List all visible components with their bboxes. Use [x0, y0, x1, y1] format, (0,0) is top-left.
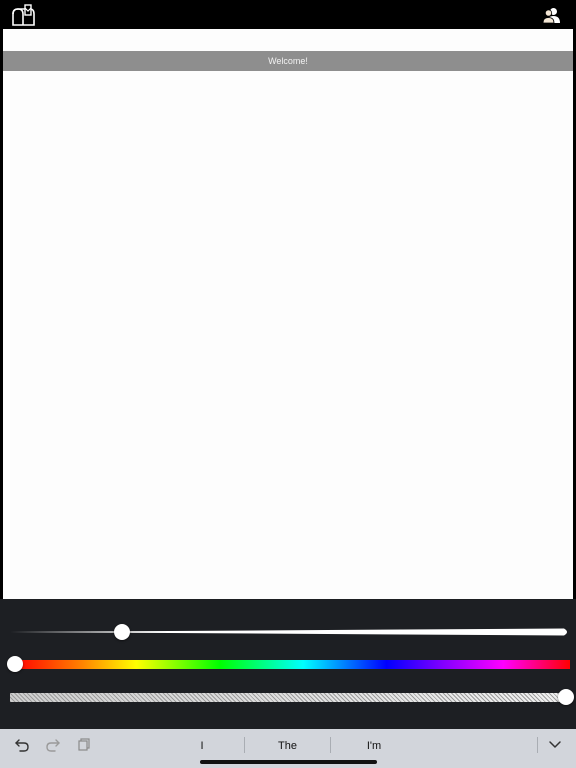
chevron-down-icon[interactable]: [547, 738, 563, 752]
undo-icon[interactable]: [14, 737, 30, 753]
brush-size-track: [10, 628, 567, 636]
hue-track: [14, 660, 570, 669]
redo-icon[interactable]: [45, 737, 61, 753]
top-bar: [0, 0, 576, 29]
hue-slider[interactable]: [7, 656, 570, 672]
keyboard-shortcut-bar: I The I'm: [0, 729, 576, 768]
suggestion-2[interactable]: The: [245, 738, 330, 754]
drawing-canvas[interactable]: Welcome!: [3, 29, 573, 599]
home-indicator[interactable]: [200, 760, 377, 764]
mailbox-icon[interactable]: [11, 4, 37, 26]
suggestion-divider: [537, 737, 538, 753]
opacity-slider[interactable]: [10, 689, 574, 705]
brush-controls: [0, 599, 576, 729]
hue-thumb[interactable]: [7, 656, 23, 672]
contacts-icon[interactable]: [542, 7, 560, 24]
welcome-banner: Welcome!: [3, 51, 573, 71]
brush-size-slider[interactable]: [10, 624, 570, 640]
suggestion-3[interactable]: I'm: [331, 738, 417, 754]
brush-size-thumb[interactable]: [114, 624, 130, 640]
suggestion-1[interactable]: I: [160, 738, 244, 754]
paste-icon[interactable]: [76, 737, 92, 753]
opacity-track: [10, 693, 566, 702]
opacity-thumb[interactable]: [558, 689, 574, 705]
